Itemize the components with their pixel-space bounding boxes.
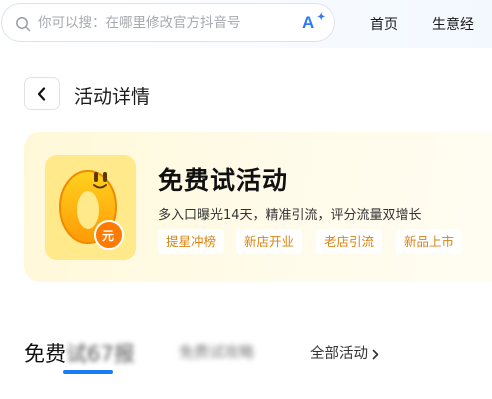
search-icon — [16, 17, 31, 32]
tag-old-store-traffic: 老店引流 — [316, 229, 383, 254]
nav-business-guide[interactable]: 生意经 — [432, 14, 474, 34]
all-activities-label: 全部活动 — [310, 346, 368, 362]
nav-home[interactable]: 首页 — [370, 14, 398, 34]
chevron-left-icon — [37, 87, 46, 101]
tab-free-trial-signup[interactable]: 免费试67报 — [24, 338, 135, 368]
search-box[interactable]: A✦ — [1, 3, 335, 42]
free-trial-logo-icon: 元 — [45, 155, 136, 260]
tab-label-blurred: 试67报 — [66, 342, 135, 366]
ai-search-icon[interactable]: A ✦ — [302, 12, 326, 34]
banner-subtitle: 多入口曝光14天，精准引流，评分流量双增长 — [158, 208, 422, 223]
tab-label: 免费 — [24, 342, 66, 366]
all-activities-link[interactable]: 全部活动 — [310, 342, 379, 363]
back-button[interactable] — [24, 77, 60, 110]
tab-label-blurred: 免费试攻略 — [179, 343, 255, 361]
activity-banner: 元 免费试活动 多入口曝光14天，精准引流，评分流量双增长 提星冲榜 新店开业 … — [24, 132, 492, 282]
tab-free-trial-guide[interactable]: 免费试攻略 — [179, 341, 254, 362]
page-title: 活动详情 — [74, 86, 151, 108]
top-bar: A✦ 首页 生意经 — [0, 0, 492, 48]
logo-badge-text: 元 — [102, 229, 115, 243]
active-tab-indicator — [63, 370, 113, 374]
tag-boost-rank: 提星冲榜 — [158, 229, 225, 254]
tag-new-store: 新店开业 — [236, 229, 303, 254]
chevron-right-icon — [372, 349, 379, 359]
banner-title: 免费试活动 — [158, 166, 289, 195]
tag-new-product: 新品上市 — [396, 229, 463, 254]
search-input[interactable] — [38, 12, 290, 34]
